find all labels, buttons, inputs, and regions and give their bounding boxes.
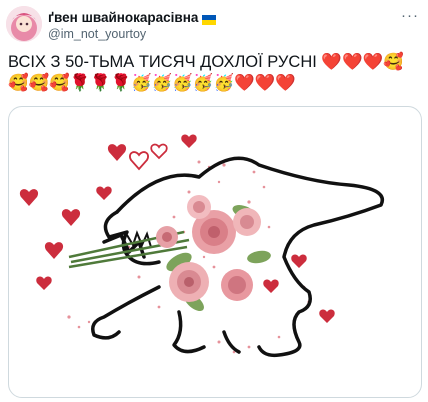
avatar[interactable] — [6, 6, 42, 42]
author-handle[interactable]: @im_not_yourtoy — [48, 27, 146, 41]
ukraine-flag-icon — [202, 12, 217, 25]
more-options-icon[interactable]: ··· — [400, 6, 420, 24]
tweet-media-image[interactable] — [8, 106, 422, 398]
dinosaur-with-roses-drawing-icon — [19, 134, 384, 358]
emoji-line-2: 🥰🥰🥰🌹🌹🌹🥳🥳🥳🥳🥳❤️❤️❤️ — [8, 74, 296, 92]
author-name-row[interactable]: ґвен швайнокарасівна — [48, 8, 217, 26]
emoji-line-1: ❤️❤️❤️🥰 — [321, 53, 404, 71]
tweet-text-main: ВСІХ З 50-ТЬМА ТИСЯЧ ДОХЛОЇ РУСНІ — [8, 53, 317, 71]
tweet: ґвен швайнокарасівна @im_not_yourtoy ···… — [0, 0, 428, 402]
tweet-text: ВСІХ З 50-ТЬМА ТИСЯЧ ДОХЛОЇ РУСНІ ❤️❤️❤️… — [8, 52, 420, 94]
display-name[interactable]: ґвен швайнокарасівна — [48, 10, 198, 25]
